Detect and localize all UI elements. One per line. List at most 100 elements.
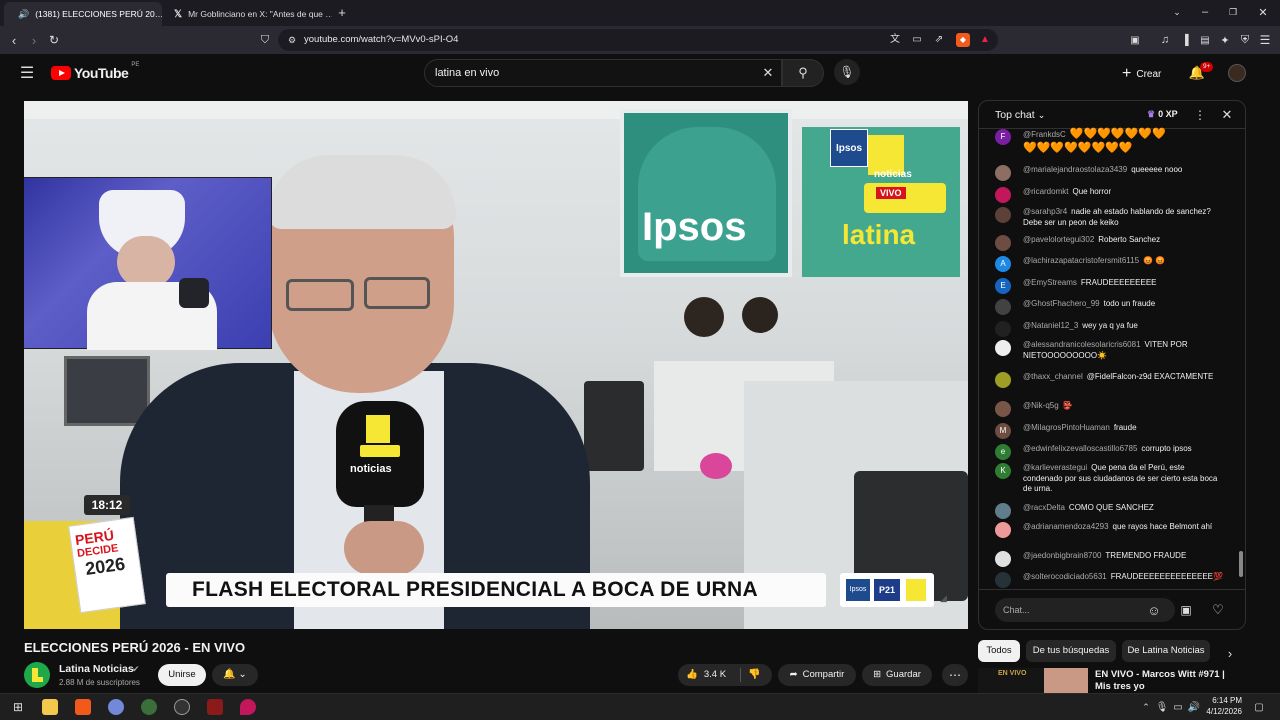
chat-text: 🧡🧡🧡🧡🧡🧡🧡🧡 xyxy=(1023,142,1133,154)
recommended-title[interactable]: EN VIVO - Marcos Witt #971 | Mis tres yo xyxy=(1095,669,1235,693)
chat-author[interactable]: @solterocodiciado5631 xyxy=(1023,572,1107,581)
forward-icon[interactable]: › xyxy=(26,32,42,48)
brave-browser-icon[interactable] xyxy=(75,699,91,715)
emoji-icon[interactable]: ☺ xyxy=(1145,601,1163,619)
url-field[interactable]: ⚙ youtube.com/watch?v=MVv0-sPI-O4 文 ▭ ⇗ … xyxy=(278,29,998,51)
file-explorer-icon[interactable] xyxy=(42,699,58,715)
discord-icon[interactable] xyxy=(108,699,124,715)
more-actions-icon[interactable]: ⋯ xyxy=(942,664,968,686)
restore-icon[interactable]: ❐ xyxy=(1226,5,1240,19)
hamburger-menu-icon[interactable]: ☰ xyxy=(18,64,36,82)
chip-all[interactable]: Todos xyxy=(978,640,1020,662)
super-chat-icon[interactable]: ▣ xyxy=(1177,601,1195,619)
windows-start-icon[interactable]: ⊞ xyxy=(10,699,26,715)
maps-icon[interactable] xyxy=(240,699,256,715)
chip-from-channel[interactable]: De Latina Noticias xyxy=(1122,640,1210,662)
chat-message: @solterocodiciado5631 FRAUDEEEEEEEEEEEEEE… xyxy=(995,572,1225,588)
chip-from-searches[interactable]: De tus búsquedas xyxy=(1026,640,1116,662)
search-input[interactable]: latina en vivo ✕ xyxy=(424,59,782,87)
video-title: ELECCIONES PERÚ 2026 - EN VIVO xyxy=(24,640,246,655)
chat-author[interactable]: @sarahp3r4 xyxy=(1023,207,1067,216)
chat-author[interactable]: @pavelolortegui302 xyxy=(1023,235,1094,244)
brave-rewards-icon[interactable]: ▲ xyxy=(978,33,992,47)
new-tab-button[interactable]: + xyxy=(334,4,350,20)
chat-message: @racxDelta COMO QUE SANCHEZ xyxy=(995,503,1225,519)
youtube-logo[interactable]: YouTube PE xyxy=(51,62,139,81)
sidebar-icon[interactable]: ▐ xyxy=(1178,32,1192,48)
leo-ai-icon[interactable]: ✦ xyxy=(1218,32,1232,48)
chat-scrollbar[interactable] xyxy=(1239,551,1243,577)
bookmark-icon[interactable]: ⛉ xyxy=(258,32,272,48)
tab-youtube[interactable]: 🔊 (1381) ELECCIONES PERÚ 20… ✕ xyxy=(4,2,162,26)
close-chat-icon[interactable]: ✕ xyxy=(1219,107,1235,123)
chat-author[interactable]: @EmyStreams xyxy=(1023,278,1077,287)
chat-author[interactable]: @karlieverastegui xyxy=(1023,463,1087,472)
chat-author[interactable]: @Nik-q5g xyxy=(1023,401,1059,410)
app-icon[interactable] xyxy=(207,699,223,715)
join-button[interactable]: Unirse xyxy=(158,664,206,686)
chat-author[interactable]: @GhostFhachero_99 xyxy=(1023,299,1100,308)
create-button[interactable]: + Crear xyxy=(1122,62,1161,86)
back-icon[interactable]: ‹ xyxy=(6,32,22,48)
microphone-tray-icon[interactable]: 🎙 xyxy=(1156,700,1169,714)
volume-icon[interactable]: 🔊 xyxy=(1188,700,1200,714)
tray-date[interactable]: 4/12/2026 xyxy=(1200,707,1242,716)
url-text: youtube.com/watch?v=MVv0-sPI-O4 xyxy=(304,34,459,45)
share-button[interactable]: ➦ Compartir xyxy=(778,664,856,686)
tab-list-icon[interactable]: ⌄ xyxy=(1170,5,1184,19)
chat-author[interactable]: @thaxx_channel xyxy=(1023,372,1083,381)
channel-name[interactable]: Latina Noticias xyxy=(59,663,134,675)
brave-shields-icon[interactable]: ◆ xyxy=(956,33,970,47)
video-player[interactable]: Ipsos latina noticias Ipsos noticias VIV… xyxy=(24,101,968,629)
like-button[interactable]: 👍 3.4 K xyxy=(686,664,726,686)
chat-avatar xyxy=(995,372,1011,388)
chat-author[interactable]: @lachirazapatacristofersmit6115 xyxy=(1023,256,1139,265)
save-button[interactable]: ⊞ Guardar xyxy=(862,664,932,686)
chat-author[interactable]: @MilagrosPintoHuaman xyxy=(1023,423,1110,432)
notify-button[interactable]: 🔔 ⌄ xyxy=(212,664,258,686)
chat-author[interactable]: @marialejandraostolaza3439 xyxy=(1023,165,1127,174)
music-icon[interactable]: ♫ xyxy=(1158,32,1172,48)
chat-author[interactable]: @adrianamendoza4293 xyxy=(1023,522,1109,531)
chat-author[interactable]: @racxDelta xyxy=(1023,503,1065,512)
voice-search-icon[interactable]: 🎙 xyxy=(834,59,860,85)
reload-icon[interactable]: ↻ xyxy=(46,32,62,48)
chevron-right-icon[interactable]: › xyxy=(1222,645,1238,661)
site-info-icon[interactable]: ⚙ xyxy=(286,34,298,46)
chat-author[interactable]: @ricardomkt xyxy=(1023,187,1068,196)
chat-author[interactable]: @Nataniel12_3 xyxy=(1023,321,1078,330)
p21-logo: P21 xyxy=(874,579,900,601)
recommended-thumbnail[interactable]: EN VIVO xyxy=(978,668,1088,693)
chat-author[interactable]: @FrankdsC xyxy=(1023,130,1066,139)
wallet-icon[interactable]: ▤ xyxy=(1198,32,1212,48)
notification-center-icon[interactable]: ▢ xyxy=(1252,700,1266,714)
share-page-icon[interactable]: ⇗ xyxy=(932,33,946,47)
close-window-icon[interactable]: ✕ xyxy=(1256,5,1270,19)
reader-icon[interactable]: ▣ xyxy=(1128,32,1142,48)
chat-author[interactable]: @edwinfelixzevalloscastillo6785 xyxy=(1023,444,1137,453)
thumbs-down-icon[interactable]: 👎 xyxy=(748,664,760,686)
app-icon[interactable] xyxy=(141,699,157,715)
obs-icon[interactable] xyxy=(174,699,190,715)
tray-chevron-icon[interactable]: ⌃ xyxy=(1140,700,1152,714)
menu-icon[interactable]: ☰ xyxy=(1258,32,1272,48)
tray-time[interactable]: 6:14 PM xyxy=(1206,696,1242,705)
channel-avatar[interactable] xyxy=(24,662,50,688)
chat-mode-select[interactable]: Top chat ⌄ xyxy=(995,109,1045,121)
xp-badge[interactable]: ♛ 0 XP xyxy=(1147,109,1178,120)
vpn-icon[interactable]: ⛨ xyxy=(1238,32,1252,48)
translate-icon[interactable]: 文 xyxy=(888,33,902,47)
network-icon[interactable]: ▭ xyxy=(1172,700,1184,714)
chat-author[interactable]: @jaedonbigbrain8700 xyxy=(1023,551,1101,560)
avatar[interactable] xyxy=(1228,64,1246,82)
heart-icon[interactable]: ♡ xyxy=(1209,601,1227,619)
tab-x[interactable]: 𝕏 Mr Goblinciano en X: "Antes de que … xyxy=(166,2,332,26)
clear-search-icon[interactable]: ✕ xyxy=(761,65,775,80)
search-button[interactable]: ⚲ xyxy=(782,59,824,87)
minimize-icon[interactable]: – xyxy=(1198,5,1212,19)
chat-message: @adrianamendoza4293 que rayos hace Belmon… xyxy=(995,522,1225,538)
chat-options-icon[interactable]: ⋮ xyxy=(1193,107,1207,123)
cast-icon[interactable]: ▭ xyxy=(910,33,924,47)
browser-tab-bar: 🔊 (1381) ELECCIONES PERÚ 20… ✕ 𝕏 Mr Gobl… xyxy=(0,0,1280,26)
chat-author[interactable]: @alessandranicolesolaricris6081 xyxy=(1023,340,1141,349)
